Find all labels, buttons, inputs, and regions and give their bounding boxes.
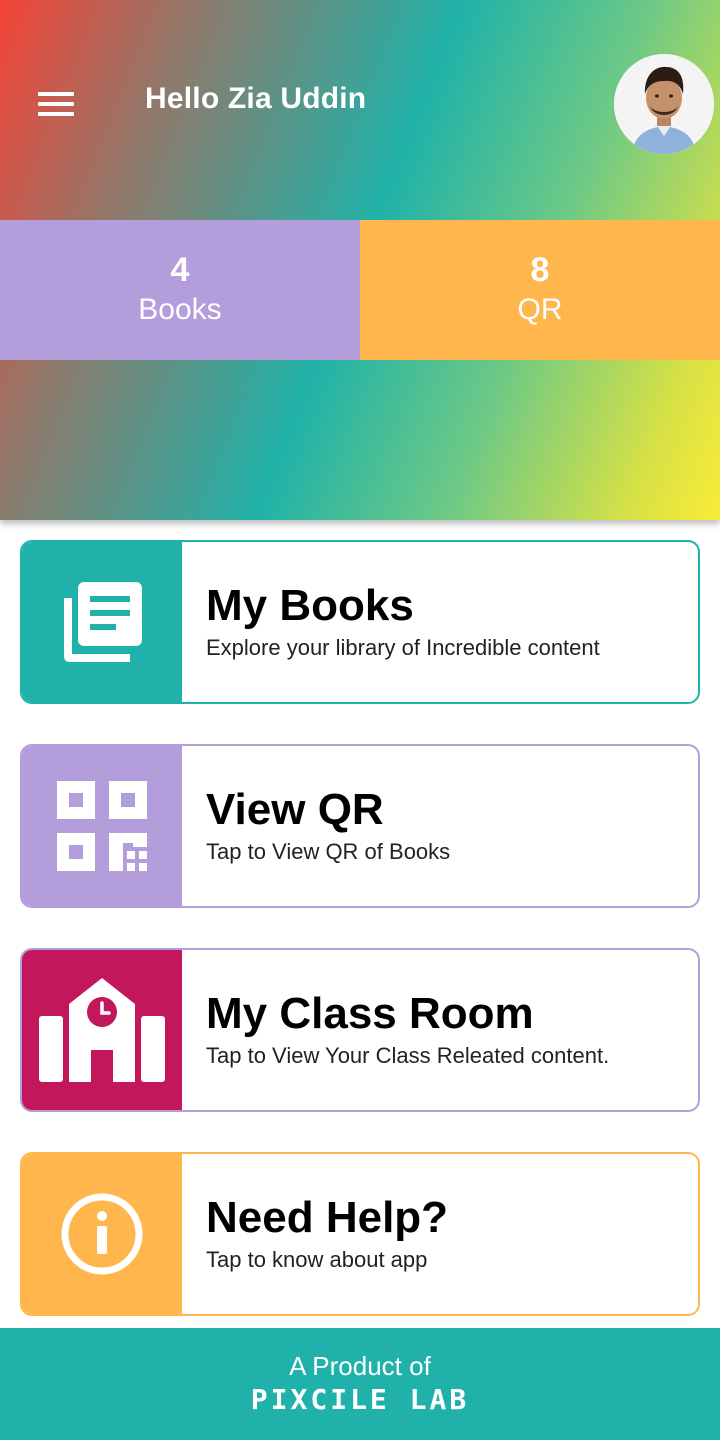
my-class-room-text: My Class Room Tap to View Your Class Rel… <box>182 950 609 1110</box>
user-avatar[interactable] <box>614 54 714 154</box>
info-icon <box>61 1193 143 1275</box>
card-subtitle: Tap to know about app <box>206 1247 428 1272</box>
greeting-text: Hello Zia Uddin <box>145 82 367 115</box>
header-banner: Hello Zia Uddin 4 Books 8 QR <box>0 0 720 520</box>
hamburger-menu-icon-bar <box>38 112 74 116</box>
menu-button[interactable] <box>34 86 78 122</box>
avatar-image <box>614 54 714 154</box>
qr-count-tile[interactable]: 8 QR <box>360 220 720 360</box>
stats-row: 4 Books 8 QR <box>0 220 720 360</box>
my-books-card[interactable]: My Books Explore your library of Incredi… <box>20 540 700 704</box>
my-books-text: My Books Explore your library of Incredi… <box>182 542 600 702</box>
book-icon <box>64 582 142 662</box>
school-icon <box>39 978 165 1082</box>
card-subtitle: Tap to View Your Class Releated content. <box>206 1043 610 1068</box>
view-qr-icon-box <box>22 746 182 906</box>
card-title: My Class Room <box>206 989 534 1038</box>
qr-label: QR <box>517 293 563 326</box>
card-subtitle: Explore your library of Incredible conte… <box>206 635 600 660</box>
books-label: Books <box>138 293 222 326</box>
card-title: View QR <box>206 785 384 834</box>
books-count-tile[interactable]: 4 Books <box>0 220 360 360</box>
my-class-room-card[interactable]: My Class Room Tap to View Your Class Rel… <box>20 948 700 1112</box>
my-books-icon-box <box>22 542 182 702</box>
need-help-icon-box <box>22 1154 182 1314</box>
need-help-card[interactable]: Need Help? Tap to know about app <box>20 1152 700 1316</box>
view-qr-card[interactable]: View QR Tap to View QR of Books <box>20 744 700 908</box>
my-class-room-icon-box <box>22 950 182 1110</box>
footer-prefix: A Product of <box>289 1351 431 1381</box>
view-qr-text: View QR Tap to View QR of Books <box>182 746 450 906</box>
hamburger-menu-icon <box>38 92 74 96</box>
qr-count: 8 <box>530 251 550 289</box>
card-subtitle: Tap to View QR of Books <box>206 839 451 864</box>
books-count: 4 <box>170 251 190 289</box>
card-title: My Books <box>206 581 414 630</box>
card-title: Need Help? <box>206 1193 449 1242</box>
hamburger-menu-icon-bar <box>38 102 74 106</box>
brand-logo-text: PIXCILE LAB <box>250 1383 470 1416</box>
footer-credits: A Product of PIXCILE LAB <box>0 1328 720 1440</box>
need-help-text: Need Help? Tap to know about app <box>182 1154 448 1314</box>
qr-code-icon <box>57 781 147 871</box>
